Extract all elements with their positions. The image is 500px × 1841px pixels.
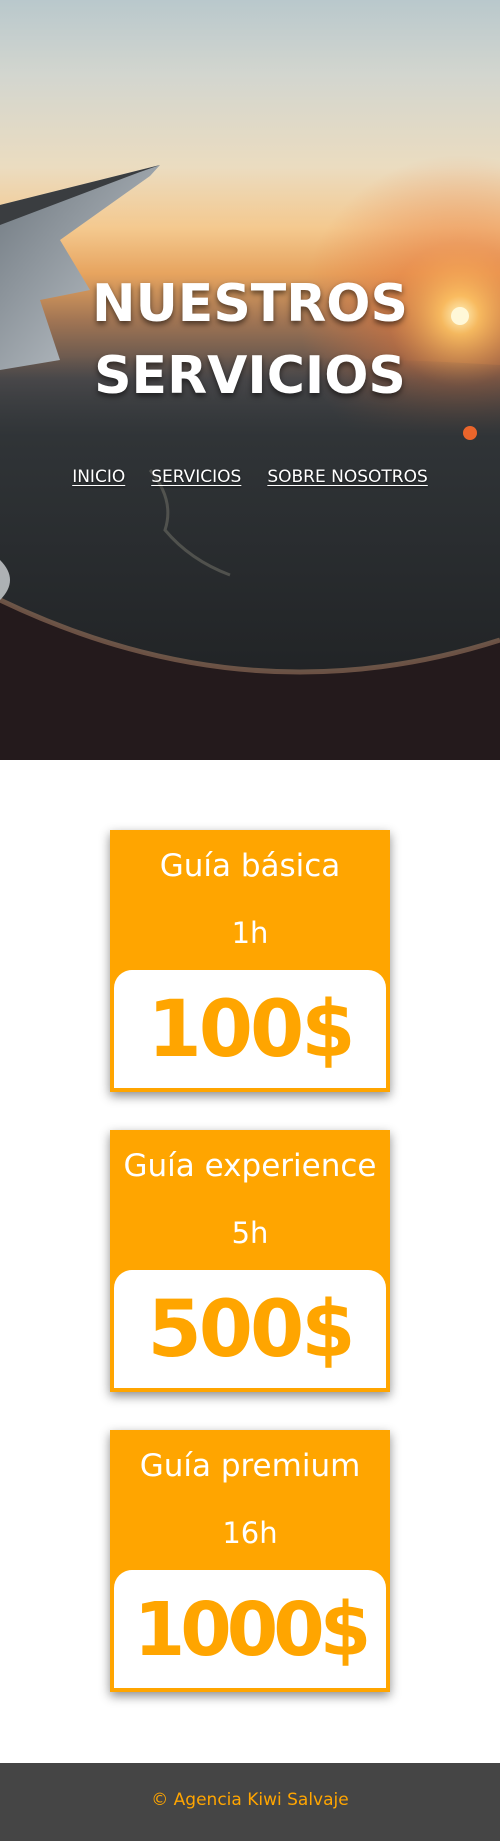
nav-link-servicios[interactable]: SERVICIOS — [151, 467, 241, 487]
footer-copyright: © Agencia Kiwi Salvaje — [151, 1790, 349, 1810]
service-card-basica: Guía básica 1h 100$ — [110, 830, 390, 1092]
service-duration: 16h — [222, 1516, 278, 1550]
service-card-premium: Guía premium 16h 1000$ — [110, 1430, 390, 1692]
service-price: 1000$ — [133, 1587, 371, 1673]
service-price-box: 500$ — [114, 1270, 386, 1388]
service-price: 100$ — [147, 985, 355, 1075]
nav-link-inicio[interactable]: INICIO — [72, 467, 125, 487]
page-title: NUESTROS SERVICIOS — [0, 268, 500, 412]
service-name: Guía premium — [139, 1448, 361, 1484]
service-name: Guía experience — [123, 1148, 377, 1184]
service-name: Guía básica — [159, 848, 341, 884]
footer: © Agencia Kiwi Salvaje — [0, 1763, 500, 1841]
service-price: 500$ — [147, 1285, 355, 1375]
service-duration: 5h — [231, 1216, 269, 1250]
page-title-line2: SERVICIOS — [94, 346, 406, 406]
main-nav: INICIO SERVICIOS SOBRE NOSOTROS — [0, 467, 500, 487]
hero-banner: NUESTROS SERVICIOS INICIO SERVICIOS SOBR… — [0, 0, 500, 760]
nav-link-sobre-nosotros[interactable]: SOBRE NOSOTROS — [267, 467, 427, 487]
page-title-line1: NUESTROS — [92, 274, 408, 334]
service-card-experience: Guía experience 5h 500$ — [110, 1130, 390, 1392]
service-price-box: 1000$ — [114, 1570, 386, 1688]
service-duration: 1h — [231, 916, 269, 950]
service-price-box: 100$ — [114, 970, 386, 1088]
